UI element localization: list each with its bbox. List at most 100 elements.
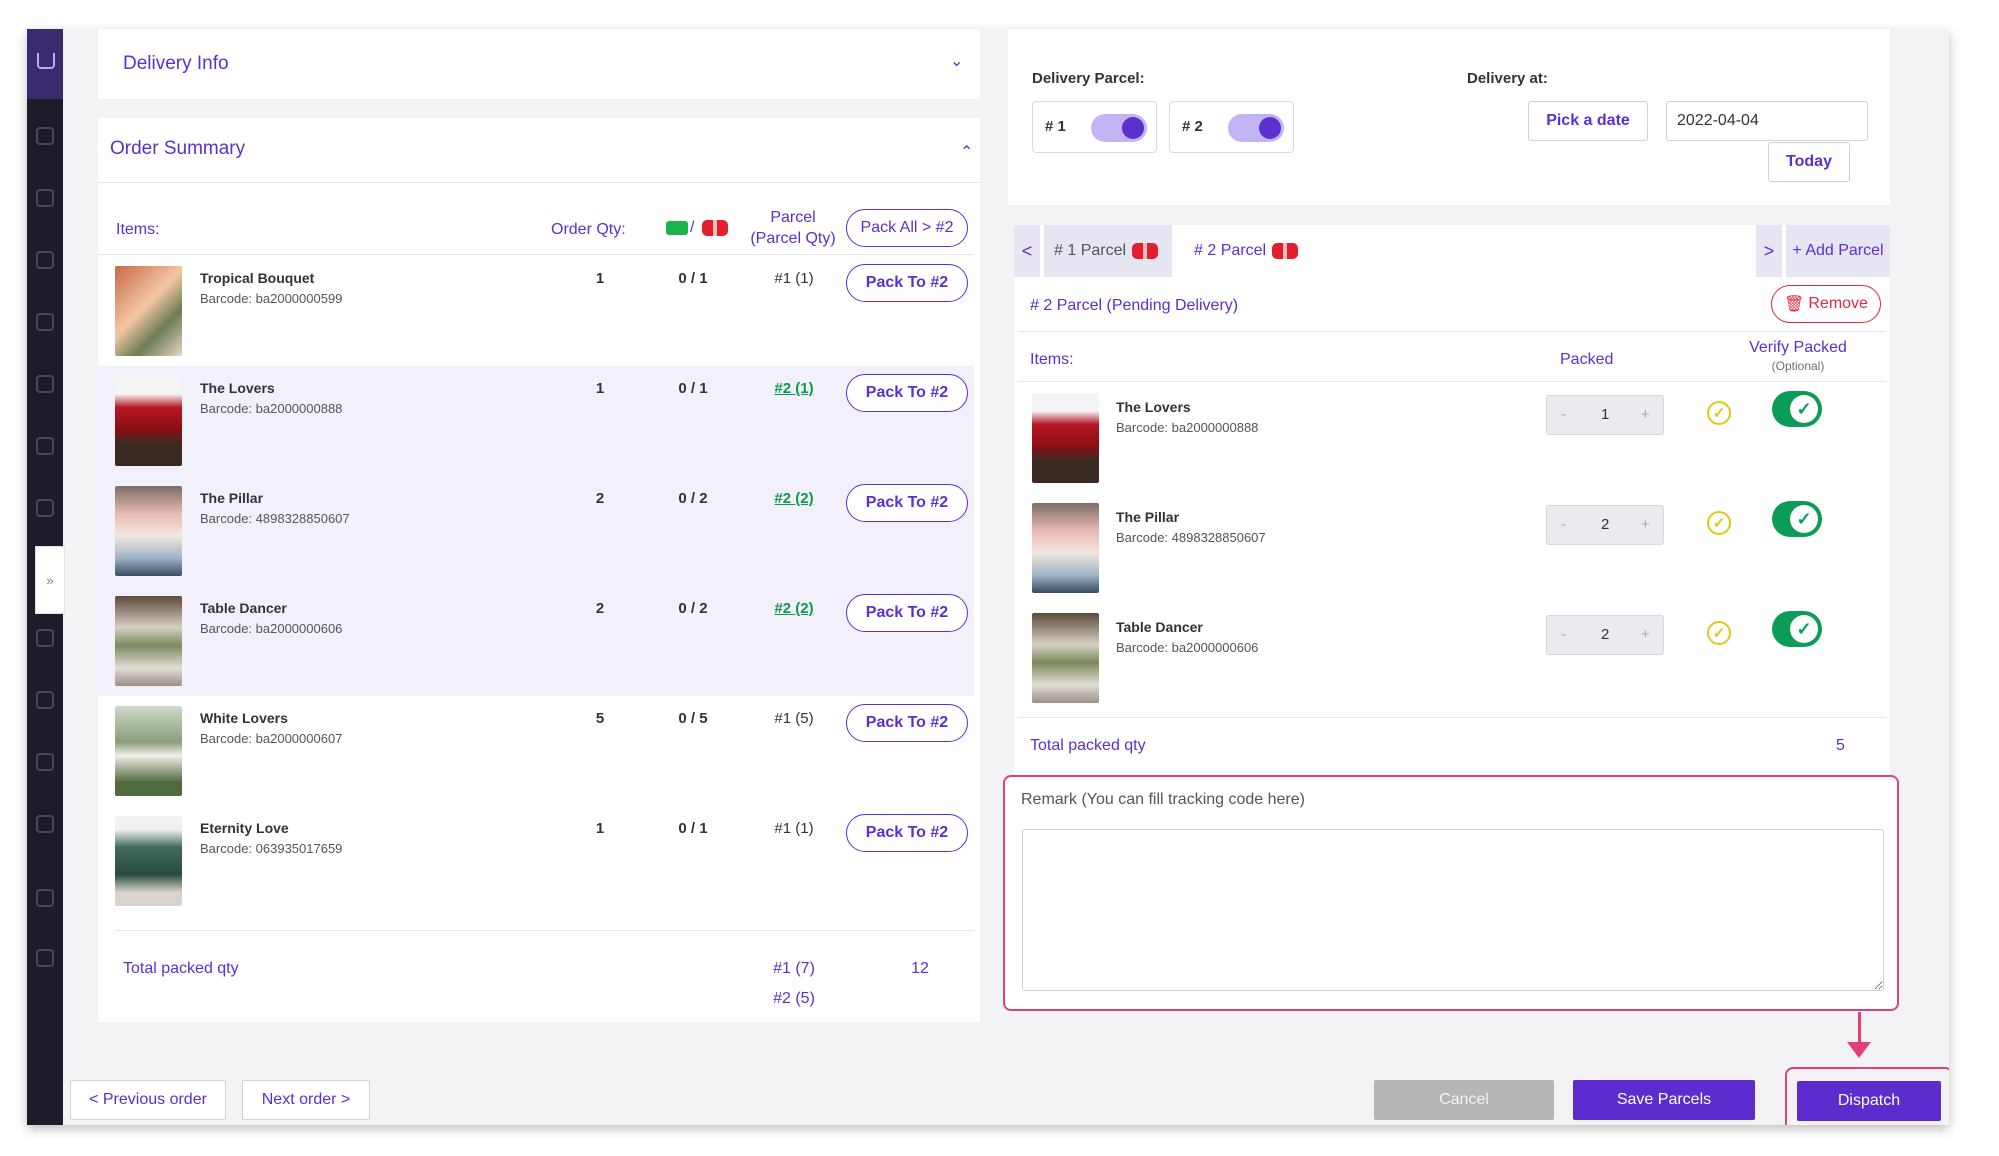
pack-to-parcel-button[interactable]: Pack To #2 [846, 594, 968, 632]
item-barcode: Barcode: ba2000000888 [1116, 420, 1259, 435]
item-name: The Pillar [1116, 509, 1180, 525]
order-qty: 5 [595, 710, 605, 727]
toggle-switch[interactable] [1228, 114, 1284, 142]
plus-button[interactable]: + [1641, 406, 1650, 423]
order-qty-header: Order Qty: [551, 221, 626, 238]
optional-note: (Optional) [1771, 359, 1825, 373]
tab-parcel-1[interactable]: # 1 Parcel [1044, 225, 1172, 277]
tab-parcel-2[interactable]: # 2 Parcel [1184, 225, 1312, 277]
sidebar-item-bag-icon[interactable] [36, 127, 54, 145]
parcel-qty-link[interactable]: #2 (2) [764, 600, 824, 617]
parcel-2-toggle[interactable]: # 2 [1169, 101, 1294, 153]
product-image [1032, 613, 1099, 703]
parcel-qty: #1 (1) [774, 270, 814, 287]
table-row: Table Dancer Barcode: ba2000000606 2 0 /… [98, 586, 974, 696]
remove-parcel-label: Remove [1808, 295, 1868, 312]
remark-textarea[interactable] [1022, 829, 1884, 991]
next-order-button[interactable]: Next order > [242, 1080, 370, 1120]
divider [1018, 331, 1886, 332]
order-summary-title: Order Summary [110, 138, 246, 159]
delivery-date-input[interactable]: 2022-04-04 [1666, 101, 1868, 141]
pack-to-parcel-button[interactable]: Pack To #2 [846, 814, 968, 852]
parcel-qty: #1 (5) [774, 710, 814, 727]
parcel-1-toggle-label: # 1 [1045, 118, 1066, 135]
table-row: White Lovers Barcode: ba2000000607 5 0 /… [98, 696, 974, 806]
sidebar-item-home-icon[interactable] [36, 815, 54, 833]
sidebar-item-calendar-icon[interactable] [36, 313, 54, 331]
pack-to-parcel-button[interactable]: Pack To #2 [846, 484, 968, 522]
sidebar-item-store-icon[interactable] [36, 375, 54, 393]
parcel-item-row: The Pillar Barcode: 4898328850607 - 2 + … [1014, 495, 1890, 605]
plus-button[interactable]: + [1641, 516, 1650, 533]
sidebar-item-gauge-icon[interactable] [36, 691, 54, 709]
parcel-qty-link[interactable]: #2 (1) [764, 380, 824, 397]
trash-icon: 🗑 [1784, 296, 1805, 313]
divider [1018, 381, 1886, 382]
quantity-stepper[interactable]: - 1 + [1546, 395, 1664, 435]
item-name: Table Dancer [200, 600, 287, 616]
previous-order-button[interactable]: < Previous order [70, 1080, 226, 1120]
packed-header: / [666, 219, 729, 237]
packed-count: 0 / 1 [678, 270, 708, 287]
cancel-button[interactable]: Cancel [1374, 1080, 1554, 1120]
chevron-down-icon[interactable]: ⌄ [950, 51, 963, 71]
item-barcode: Barcode: 063935017659 [200, 841, 343, 856]
annotation-arrow [1858, 1012, 1861, 1044]
minus-button[interactable]: - [1561, 516, 1566, 533]
sidebar-item-chat-icon[interactable] [36, 949, 54, 967]
delivery-info-panel[interactable]: Delivery Info ⌄ [98, 29, 980, 99]
pack-all-button[interactable]: Pack All > #2 [846, 209, 968, 247]
toggle-switch[interactable] [1091, 114, 1147, 142]
minus-button[interactable]: - [1561, 626, 1566, 643]
sidebar-item-orders[interactable] [27, 29, 63, 99]
sidebar-item-report-icon[interactable] [36, 499, 54, 517]
pack-to-parcel-button[interactable]: Pack To #2 [846, 704, 968, 742]
sidebar-item-coin-icon[interactable] [36, 629, 54, 647]
remark-section: Remark (You can fill tracking code here) [1003, 775, 1899, 1011]
divider [98, 254, 974, 255]
pack-to-parcel-button[interactable]: Pack To #2 [846, 374, 968, 412]
sidebar-item-list-icon[interactable] [36, 189, 54, 207]
quantity-stepper[interactable]: - 2 + [1546, 505, 1664, 545]
divider [98, 182, 980, 183]
order-summary-panel: Order Summary ⌃ Items: Order Qty: / Parc… [98, 118, 980, 1022]
pack-to-parcel-button[interactable]: Pack To #2 [846, 264, 968, 302]
parcel-qty-link[interactable]: #2 (2) [764, 490, 824, 507]
parcel-item-row: Table Dancer Barcode: ba2000000606 - 2 +… [1014, 605, 1890, 715]
verify-packed-toggle[interactable]: ✓ [1772, 611, 1822, 647]
gift-box-icon [1272, 243, 1299, 259]
tab-next-button[interactable]: > [1756, 225, 1782, 277]
total-packed-label: Total packed qty [123, 960, 239, 977]
item-name: Tropical Bouquet [200, 270, 315, 286]
verify-packed-toggle[interactable]: ✓ [1772, 391, 1822, 427]
sidebar-item-user-icon[interactable] [36, 437, 54, 455]
item-barcode: Barcode: ba2000000888 [200, 401, 343, 416]
parcel-2-toggle-label: # 2 [1182, 118, 1203, 135]
plus-button[interactable]: + [1641, 626, 1650, 643]
sidebar-expand-button[interactable]: » [35, 546, 65, 614]
check-circle-icon: ✓ [1707, 511, 1731, 535]
sidebar-item-settings-icon[interactable] [36, 889, 54, 907]
remove-parcel-button[interactable]: 🗑 Remove [1771, 285, 1881, 323]
item-name: The Pillar [200, 490, 264, 506]
sidebar-item-alarm-icon[interactable] [36, 753, 54, 771]
check-icon: ✓ [1790, 615, 1818, 643]
save-parcels-button[interactable]: Save Parcels [1573, 1080, 1755, 1120]
minus-button[interactable]: - [1561, 406, 1566, 423]
parcel-qty: #1 (1) [774, 820, 814, 837]
tab-prev-button[interactable]: < [1014, 225, 1040, 277]
parcel-status: # 2 Parcel (Pending Delivery) [1030, 297, 1239, 314]
today-button[interactable]: Today [1768, 142, 1850, 182]
parcel-1-toggle[interactable]: # 1 [1032, 101, 1157, 153]
chevron-up-icon[interactable]: ⌃ [960, 142, 973, 162]
quantity-stepper[interactable]: - 2 + [1546, 615, 1664, 655]
check-circle-icon: ✓ [1707, 621, 1731, 645]
truck-icon [666, 221, 688, 235]
cart-icon [37, 53, 55, 69]
packed-count: 0 / 2 [678, 490, 708, 507]
pick-date-button[interactable]: Pick a date [1528, 101, 1648, 141]
sidebar-item-box-icon[interactable] [36, 251, 54, 269]
add-parcel-button[interactable]: + Add Parcel [1786, 225, 1890, 277]
annotation-arrow-head [1847, 1042, 1871, 1058]
verify-packed-toggle[interactable]: ✓ [1772, 501, 1822, 537]
